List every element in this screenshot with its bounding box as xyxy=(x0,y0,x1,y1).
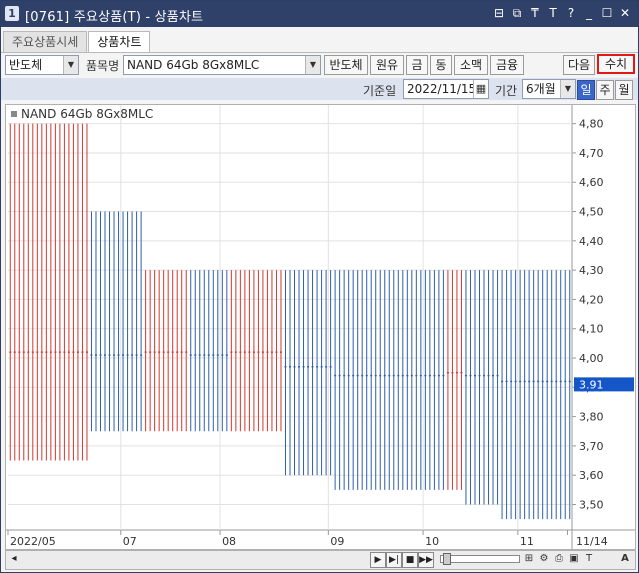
chevron-down-icon[interactable]: ▼ xyxy=(63,56,78,74)
y-tick-label: 4,40 xyxy=(579,235,604,248)
x-tick-label: 07 xyxy=(123,535,137,548)
interval-weekly-button[interactable]: 주 xyxy=(596,80,614,100)
scroll-left-icon[interactable]: ◂ xyxy=(8,553,20,565)
category-button-semiconductor[interactable]: 반도체 xyxy=(324,55,368,75)
interval-daily-button[interactable]: 일 xyxy=(577,80,595,100)
item-select[interactable]: NAND 64Gb 8Gx8MLC ▼ xyxy=(123,55,321,75)
y-tick-label: 4,30 xyxy=(579,264,604,277)
x-tick-label: 08 xyxy=(222,535,236,548)
title-bar-icons: ⊟ ⧉ ₸ T? _ ☐ ✕ xyxy=(492,5,632,21)
period-label: 기간 xyxy=(495,84,518,98)
y-tick-label: 3,60 xyxy=(579,469,604,482)
tab-strip: 주요상품시세 상품차트 xyxy=(3,31,151,53)
x-tick-label: 10 xyxy=(425,535,439,548)
text-tool-icon[interactable]: T xyxy=(582,552,596,566)
gear-icon[interactable]: ⚙ xyxy=(537,552,551,566)
pin-icon[interactable]: ₸ xyxy=(528,5,542,21)
print-icon[interactable]: ⎙ xyxy=(552,552,566,566)
price-chart[interactable]: 4,804,704,604,504,404,304,204,104,003,90… xyxy=(5,104,636,550)
category-select[interactable]: 반도체 ▼ xyxy=(5,55,79,75)
base-date-value: 2022/11/15 xyxy=(407,82,477,96)
category-select-value: 반도체 xyxy=(9,58,43,72)
chevron-down-icon[interactable]: ▼ xyxy=(560,80,575,98)
x-tick-label: 11 xyxy=(520,535,534,548)
legend-swatch xyxy=(11,111,17,117)
font-icon[interactable]: T xyxy=(546,5,560,21)
tab-divider xyxy=(1,52,638,53)
window-number-badge: 1 xyxy=(5,6,19,21)
fast-forward-icon[interactable]: ▶▶ xyxy=(418,552,434,568)
category-button-finance[interactable]: 금융 xyxy=(490,55,524,75)
zoom-slider-knob[interactable] xyxy=(443,553,451,565)
category-button-copper[interactable]: 동 xyxy=(430,55,452,75)
chart-settings-icon[interactable]: ⊞ xyxy=(522,552,536,566)
maximize-icon[interactable]: ☐ xyxy=(600,5,614,21)
y-tick-label: 4,50 xyxy=(579,206,604,219)
y-tick-label: 3,80 xyxy=(579,411,604,424)
image-save-icon[interactable]: ▣ xyxy=(567,552,581,566)
x-tick-label: 09 xyxy=(330,535,344,548)
item-toolbar: 반도체 ▼ 품목명 NAND 64Gb 8Gx8MLC ▼ 반도체 원유 금 동… xyxy=(3,54,636,76)
play-icon[interactable]: ▶ xyxy=(370,552,386,568)
base-date-input[interactable]: 2022/11/15 ▦ xyxy=(403,79,489,99)
restore-icon[interactable]: ⧉ xyxy=(510,5,524,21)
price-chart-svg: 4,804,704,604,504,404,304,204,104,003,90… xyxy=(6,105,635,549)
title-bar[interactable]: 1 [0761] 주요상품(T) - 상품차트 ⊟ ⧉ ₸ T? _ ☐ ✕ xyxy=(1,1,638,27)
layout-icon[interactable]: ⊟ xyxy=(492,5,506,21)
current-value-label: 3.91 xyxy=(579,378,604,391)
help-icon[interactable]: ? xyxy=(564,5,578,21)
x-tick-label: 2022/05 xyxy=(10,535,56,548)
next-button[interactable]: 다음 xyxy=(563,55,595,75)
y-tick-label: 4,20 xyxy=(579,293,604,306)
chevron-down-icon[interactable]: ▼ xyxy=(305,56,320,74)
chart-scrollbar[interactable]: ◂ ▶ ▶| ■ ▶▶ ⊞ ⚙ ⎙ ▣ T A xyxy=(5,550,636,570)
tab-market-quotes[interactable]: 주요상품시세 xyxy=(3,31,88,52)
y-tick-label: 3,70 xyxy=(579,440,604,453)
chart-legend: NAND 64Gb 8Gx8MLC xyxy=(21,107,153,121)
close-icon[interactable]: ✕ xyxy=(618,5,632,21)
interval-monthly-button[interactable]: 월 xyxy=(615,80,633,100)
category-button-crude-oil[interactable]: 원유 xyxy=(370,55,404,75)
category-button-wheat[interactable]: 소맥 xyxy=(454,55,488,75)
window-title: [0761] 주요상품(T) - 상품차트 xyxy=(25,10,204,25)
tab-product-chart[interactable]: 상품차트 xyxy=(88,31,151,53)
y-tick-label: 4,70 xyxy=(579,147,604,160)
zoom-slider[interactable] xyxy=(440,553,520,565)
minimize-icon[interactable]: _ xyxy=(582,5,596,21)
period-toolbar: 기준일 2022/11/15 ▦ 기간 6개월 ▼ 일 주 월 xyxy=(1,78,638,100)
x-tick-label: 11/14 xyxy=(576,535,608,548)
y-tick-label: 4,00 xyxy=(579,352,604,365)
y-tick-label: 4,80 xyxy=(579,118,604,131)
category-button-gold[interactable]: 금 xyxy=(406,55,428,75)
period-select[interactable]: 6개월 ▼ xyxy=(522,79,576,99)
period-select-value: 6개월 xyxy=(526,82,556,96)
item-select-value: NAND 64Gb 8Gx8MLC xyxy=(127,58,260,72)
font-size-icon[interactable]: A xyxy=(618,552,632,566)
calendar-icon[interactable]: ▦ xyxy=(473,80,488,98)
chart-window: 1 [0761] 주요상품(T) - 상품차트 ⊟ ⧉ ₸ T? _ ☐ ✕ 주요상품시세 … xyxy=(0,0,639,573)
y-tick-label: 3,50 xyxy=(579,498,604,511)
stop-icon[interactable]: ■ xyxy=(402,552,418,568)
values-button[interactable]: 수치 xyxy=(597,54,635,74)
y-tick-label: 4,60 xyxy=(579,176,604,189)
step-forward-icon[interactable]: ▶| xyxy=(386,552,402,568)
item-label: 품목명 xyxy=(86,59,120,73)
base-date-label: 기준일 xyxy=(363,84,397,98)
y-tick-label: 4,10 xyxy=(579,323,604,336)
